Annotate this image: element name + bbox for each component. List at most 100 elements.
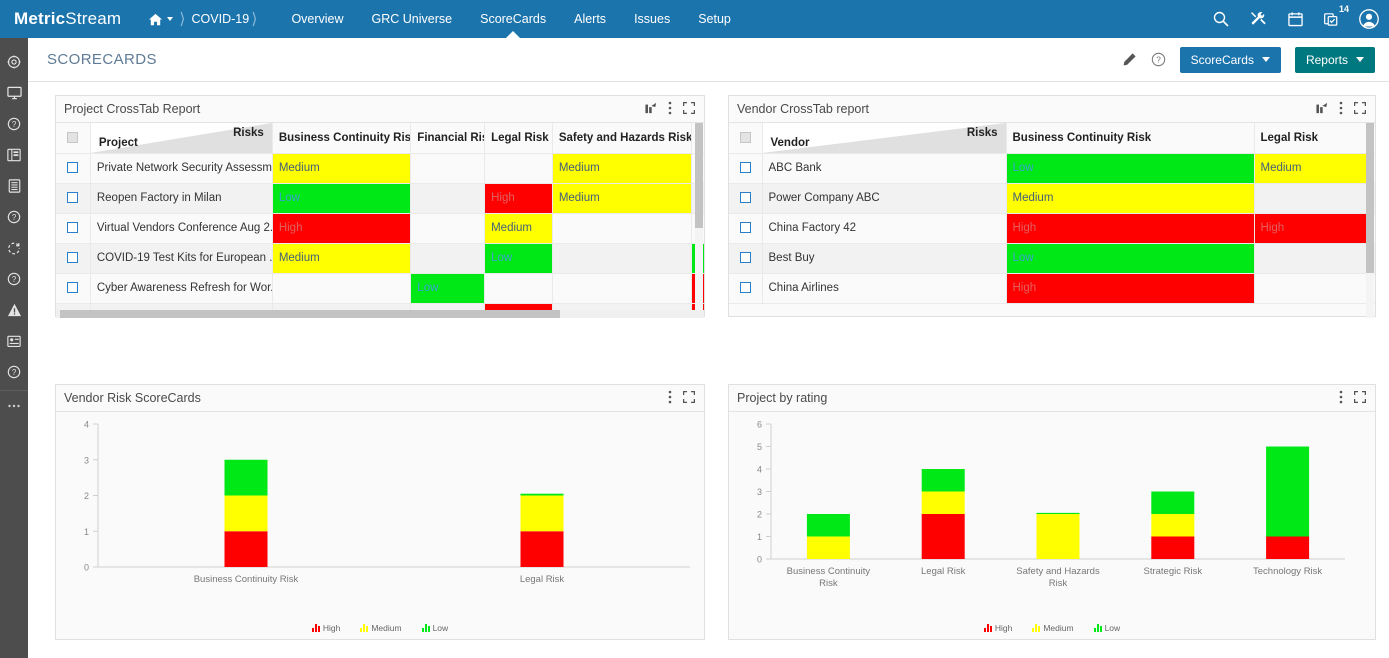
row-checkbox[interactable] [67, 252, 79, 264]
nav-item-issues[interactable]: Issues [620, 0, 684, 38]
sidebar-item-help-1[interactable]: ? [0, 108, 28, 139]
tools-icon[interactable] [1248, 9, 1268, 29]
table-row[interactable]: COVID-19 Test Kits for European ... Medi… [56, 243, 704, 274]
sidebar-item-list[interactable] [0, 170, 28, 201]
column-header-legal-risk[interactable]: Legal Risk [484, 123, 553, 154]
row-select-cell[interactable] [729, 183, 763, 214]
legend-item-medium[interactable]: Medium [1032, 623, 1074, 633]
project-table-vertical-scrollbar[interactable] [695, 123, 703, 318]
row-checkbox[interactable] [67, 162, 79, 174]
row-checkbox[interactable] [67, 282, 79, 294]
row-checkbox[interactable] [67, 192, 79, 204]
kebab-menu-icon[interactable] [1339, 101, 1343, 118]
breadcrumb-home[interactable] [145, 13, 177, 26]
expand-icon[interactable] [1353, 390, 1367, 406]
sidebar-item-alerts[interactable] [0, 294, 28, 325]
breadcrumb-item-covid19[interactable]: COVID-19 [192, 12, 250, 26]
row-select-cell[interactable] [729, 243, 763, 274]
row-select-cell[interactable] [56, 153, 91, 184]
project-table-scroll-area[interactable]: Project Risks Business Continuity Risk F… [56, 123, 704, 318]
table-row[interactable]: ABC Bank Low Medium [729, 153, 1375, 184]
left-sidebar-rail: ? ? ? ? [0, 38, 28, 658]
column-header-financial-risk[interactable]: Financial Risk [410, 123, 486, 154]
column-header-safety-and-hazards-risk[interactable]: Safety and Hazards Risk [552, 123, 693, 154]
row-checkbox[interactable] [67, 222, 79, 234]
scorecards-dropdown-button[interactable]: ScoreCards [1179, 46, 1281, 73]
sidebar-item-more[interactable] [0, 390, 28, 421]
table-row[interactable]: China Airlines High [729, 273, 1375, 304]
table-row[interactable]: China Factory 42 High High [729, 213, 1375, 244]
table-row[interactable]: Virtual Vendors Conference Aug 2... High… [56, 213, 704, 244]
expand-icon[interactable] [682, 390, 696, 406]
table-row[interactable]: Power Company ABC Medium [729, 183, 1375, 214]
scrollbar-thumb[interactable] [695, 123, 703, 228]
row-checkbox[interactable] [739, 252, 751, 264]
table-row[interactable]: Cyber Awareness Refresh for Wor... Low [56, 273, 704, 304]
vendor-table-vertical-scrollbar[interactable] [1366, 123, 1374, 318]
calendar-icon[interactable] [1285, 9, 1305, 29]
kebab-menu-icon[interactable] [668, 101, 672, 118]
row-select-cell[interactable] [56, 243, 91, 274]
select-all-header[interactable] [56, 123, 91, 154]
legend-item-high[interactable]: High [311, 623, 340, 633]
row-select-cell[interactable] [56, 213, 91, 244]
dashboard-board-icon [7, 148, 21, 161]
select-all-checkbox[interactable] [67, 132, 79, 144]
scrollbar-thumb[interactable] [60, 310, 560, 318]
row-select-cell[interactable] [56, 273, 91, 304]
search-icon[interactable] [1211, 9, 1231, 29]
export-chart-icon[interactable] [1316, 102, 1328, 117]
sidebar-item-help-4[interactable]: ? [0, 356, 28, 387]
tasks-icon[interactable]: 14 [1322, 3, 1351, 29]
column-header-legal-risk[interactable]: Legal Risk [1254, 123, 1369, 154]
project-table-horizontal-scrollbar[interactable] [56, 310, 704, 318]
export-chart-icon[interactable] [645, 102, 657, 117]
row-select-cell[interactable] [729, 213, 763, 244]
row-select-cell[interactable] [729, 153, 763, 184]
kebab-menu-icon[interactable] [1339, 390, 1343, 407]
sidebar-item-help-2[interactable]: ? [0, 201, 28, 232]
cell-safety-and-hazards-risk: Medium [552, 153, 693, 184]
user-avatar-icon[interactable] [1359, 9, 1379, 29]
cell-business-continuity-risk: Medium [272, 243, 412, 274]
edit-pencil-button[interactable] [1121, 52, 1137, 68]
select-all-header[interactable] [729, 123, 763, 154]
sidebar-item-monitor[interactable] [0, 77, 28, 108]
nav-item-grc-universe[interactable]: GRC Universe [358, 0, 467, 38]
help-button[interactable]: ? [1151, 52, 1166, 67]
nav-item-setup[interactable]: Setup [684, 0, 745, 38]
app-logo[interactable]: MetricStream [14, 9, 121, 29]
sidebar-item-dashboard[interactable] [0, 139, 28, 170]
expand-icon[interactable] [682, 101, 696, 117]
sidebar-item-settings[interactable] [0, 46, 28, 77]
row-checkbox[interactable] [739, 222, 751, 234]
legend-item-low[interactable]: Low [1093, 623, 1120, 633]
nav-item-alerts[interactable]: Alerts [560, 0, 620, 38]
row-checkbox[interactable] [739, 282, 751, 294]
sidebar-item-calendar-card[interactable] [0, 325, 28, 356]
sidebar-item-refresh[interactable] [0, 232, 28, 263]
column-header-business-continuity-risk[interactable]: Business Continuity Risk [272, 123, 412, 154]
sidebar-item-help-3[interactable]: ? [0, 263, 28, 294]
table-row[interactable]: Private Network Security Assessm... Medi… [56, 153, 704, 184]
table-row[interactable]: Reopen Factory in Milan Low High Medium [56, 183, 704, 214]
column-header-business-continuity-risk[interactable]: Business Continuity Risk [1006, 123, 1255, 154]
legend-item-low[interactable]: Low [421, 623, 448, 633]
reports-dropdown-button[interactable]: Reports [1294, 46, 1375, 73]
row-select-cell[interactable] [56, 183, 91, 214]
row-select-cell[interactable] [729, 273, 763, 304]
nav-item-scorecards[interactable]: ScoreCards [466, 0, 560, 38]
row-checkbox[interactable] [739, 192, 751, 204]
legend-item-high[interactable]: High [983, 623, 1012, 633]
vendor-table-scroll-area[interactable]: Vendor Risks Business Continuity Risk Le… [729, 123, 1375, 318]
select-all-checkbox[interactable] [739, 132, 751, 144]
expand-icon[interactable] [1353, 101, 1367, 117]
pencil-icon [1123, 52, 1136, 65]
row-checkbox[interactable] [739, 162, 751, 174]
cell-business-continuity-risk: Low [1006, 153, 1255, 184]
scrollbar-thumb[interactable] [1366, 123, 1374, 273]
kebab-menu-icon[interactable] [668, 390, 672, 407]
legend-item-medium[interactable]: Medium [360, 623, 402, 633]
nav-item-overview[interactable]: Overview [277, 0, 357, 38]
table-row[interactable]: Best Buy Low [729, 243, 1375, 274]
